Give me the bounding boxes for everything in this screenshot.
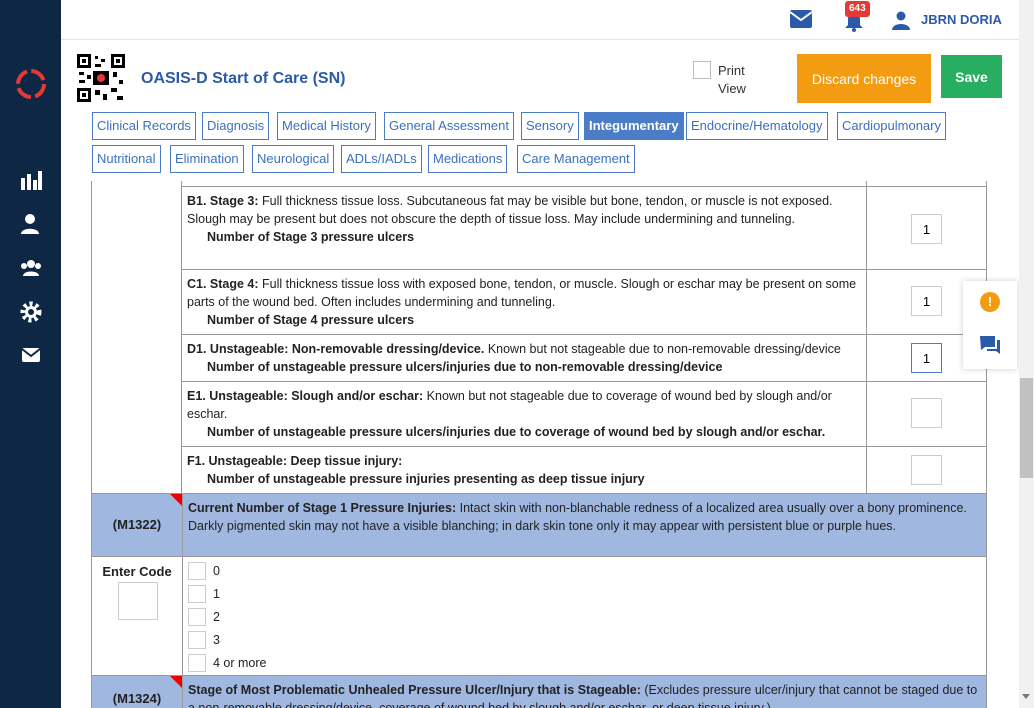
- unstageable-device-row: D1. Unstageable: Non-removable dressing/…: [181, 335, 987, 382]
- scrollbar-thumb[interactable]: [1020, 378, 1033, 478]
- scroll-down-arrow[interactable]: [1022, 694, 1030, 699]
- section-gutter: [91, 181, 181, 493]
- page-scrollbar[interactable]: [1019, 0, 1034, 708]
- gear-icon[interactable]: [19, 300, 43, 324]
- option-checkbox[interactable]: [188, 631, 206, 649]
- unstageable-device-label: D1. Unstageable: Non-removable dressing/…: [187, 342, 485, 356]
- unstageable-slough-label: E1. Unstageable: Slough and/or eschar:: [187, 389, 424, 403]
- save-button[interactable]: Save: [941, 55, 1002, 98]
- m1324-title: Stage of Most Problematic Unhealed Press…: [188, 683, 641, 697]
- logo-icon[interactable]: [14, 67, 48, 101]
- tab-elimination[interactable]: Elimination: [170, 145, 244, 173]
- left-nav: [0, 0, 61, 708]
- chart-icon[interactable]: [19, 168, 43, 192]
- tab-adls-iadls[interactable]: ADLs/IADLs: [341, 145, 422, 173]
- discard-changes-button[interactable]: Discard changes: [797, 54, 931, 103]
- option-checkbox[interactable]: [188, 585, 206, 603]
- stage-3-label: B1. Stage 3:: [187, 194, 259, 208]
- tab-endocrine-hematology[interactable]: Endocrine/Hematology: [686, 112, 828, 140]
- print-view-checkbox[interactable]: [693, 61, 711, 79]
- tab-general-assessment[interactable]: General Assessment: [384, 112, 514, 140]
- notification-badge: 643: [845, 1, 870, 17]
- alert-icon[interactable]: !: [980, 292, 1000, 312]
- stage-4-count-label: Number of Stage 4 pressure ulcers: [207, 313, 415, 327]
- unstageable-slough-row: E1. Unstageable: Slough and/or eschar: K…: [181, 382, 987, 447]
- mail-icon[interactable]: [789, 9, 813, 29]
- unstageable-device-description: Known but not stageable due to non-remov…: [487, 342, 841, 356]
- mail-icon[interactable]: [19, 343, 43, 367]
- option-checkbox[interactable]: [188, 562, 206, 580]
- tab-clinical-records[interactable]: Clinical Records: [92, 112, 196, 140]
- stage-3-description: Full thickness tissue loss. Subcutaneous…: [187, 194, 833, 226]
- unstageable-device-count-label: Number of unstageable pressure ulcers/in…: [207, 360, 723, 374]
- deep-tissue-injury-count-label: Number of unstageable pressure injuries …: [207, 472, 645, 486]
- stage-3-row: B1. Stage 3: Full thickness tissue loss.…: [181, 186, 987, 270]
- m1324-code: (M1324): [112, 691, 162, 706]
- stage-3-count-input[interactable]: [911, 214, 942, 244]
- enter-code-label: Enter Code: [102, 564, 172, 579]
- floating-action-panel: !: [963, 281, 1017, 369]
- tab-neurological[interactable]: Neurological: [252, 145, 335, 173]
- unstageable-slough-count-input[interactable]: [911, 398, 942, 428]
- option-checkbox[interactable]: [188, 608, 206, 626]
- m1322-title: Current Number of Stage 1 Pressure Injur…: [188, 501, 457, 515]
- tab-cardiopulmonary[interactable]: Cardiopulmonary: [837, 112, 946, 140]
- m1322-code: (M1322): [112, 517, 162, 532]
- m1322-header: (M1322) Current Number of Stage 1 Pressu…: [91, 493, 987, 557]
- stage-4-row: C1. Stage 4: Full thickness tissue loss …: [181, 270, 987, 335]
- top-bar: 643 JBRN DORIA: [61, 0, 1019, 40]
- stage-4-description: Full thickness tissue loss with exposed …: [187, 277, 857, 309]
- option-checkbox[interactable]: [188, 654, 206, 672]
- tab-nutritional[interactable]: Nutritional: [92, 145, 161, 173]
- deep-tissue-injury-row: F1. Unstageable: Deep tissue injury: Num…: [181, 447, 987, 494]
- user-icon[interactable]: [891, 10, 911, 30]
- form-content: B1. Stage 3: Full thickness tissue loss.…: [91, 181, 987, 708]
- m1322-code-input[interactable]: [118, 582, 158, 620]
- tab-medical-history[interactable]: Medical History: [277, 112, 376, 140]
- stage-4-label: C1. Stage 4:: [187, 277, 259, 291]
- deep-tissue-injury-count-input[interactable]: [911, 455, 942, 485]
- required-flag: [170, 494, 182, 506]
- qr-code: [77, 54, 125, 102]
- tab-integumentary[interactable]: Integumentary: [584, 112, 684, 140]
- form-title: OASIS-D Start of Care (SN): [141, 70, 346, 87]
- stage-4-count-input[interactable]: [911, 286, 942, 316]
- tab-medications[interactable]: Medications: [428, 145, 508, 173]
- tab-sensory[interactable]: Sensory: [521, 112, 579, 140]
- deep-tissue-injury-label: F1. Unstageable: Deep tissue injury:: [187, 454, 403, 468]
- group-icon[interactable]: [19, 256, 43, 280]
- stage-3-count-label: Number of Stage 3 pressure ulcers: [207, 230, 415, 244]
- user-name[interactable]: JBRN DORIA: [921, 12, 1002, 27]
- tab-diagnosis[interactable]: Diagnosis: [202, 112, 270, 140]
- unstageable-device-count-input[interactable]: [911, 343, 942, 373]
- m1324-header: (M1324) Stage of Most Problematic Unheal…: [91, 675, 987, 708]
- unstageable-slough-count-label: Number of unstageable pressure ulcers/in…: [207, 425, 826, 439]
- required-flag: [170, 676, 182, 688]
- print-view-label[interactable]: Print View: [718, 62, 758, 98]
- tab-care-management[interactable]: Care Management: [517, 145, 635, 173]
- chat-icon[interactable]: [979, 335, 1001, 355]
- user-icon[interactable]: [19, 212, 43, 236]
- m1322-answer-row: Enter Code 0 1 2 3 4 or more: [91, 557, 987, 676]
